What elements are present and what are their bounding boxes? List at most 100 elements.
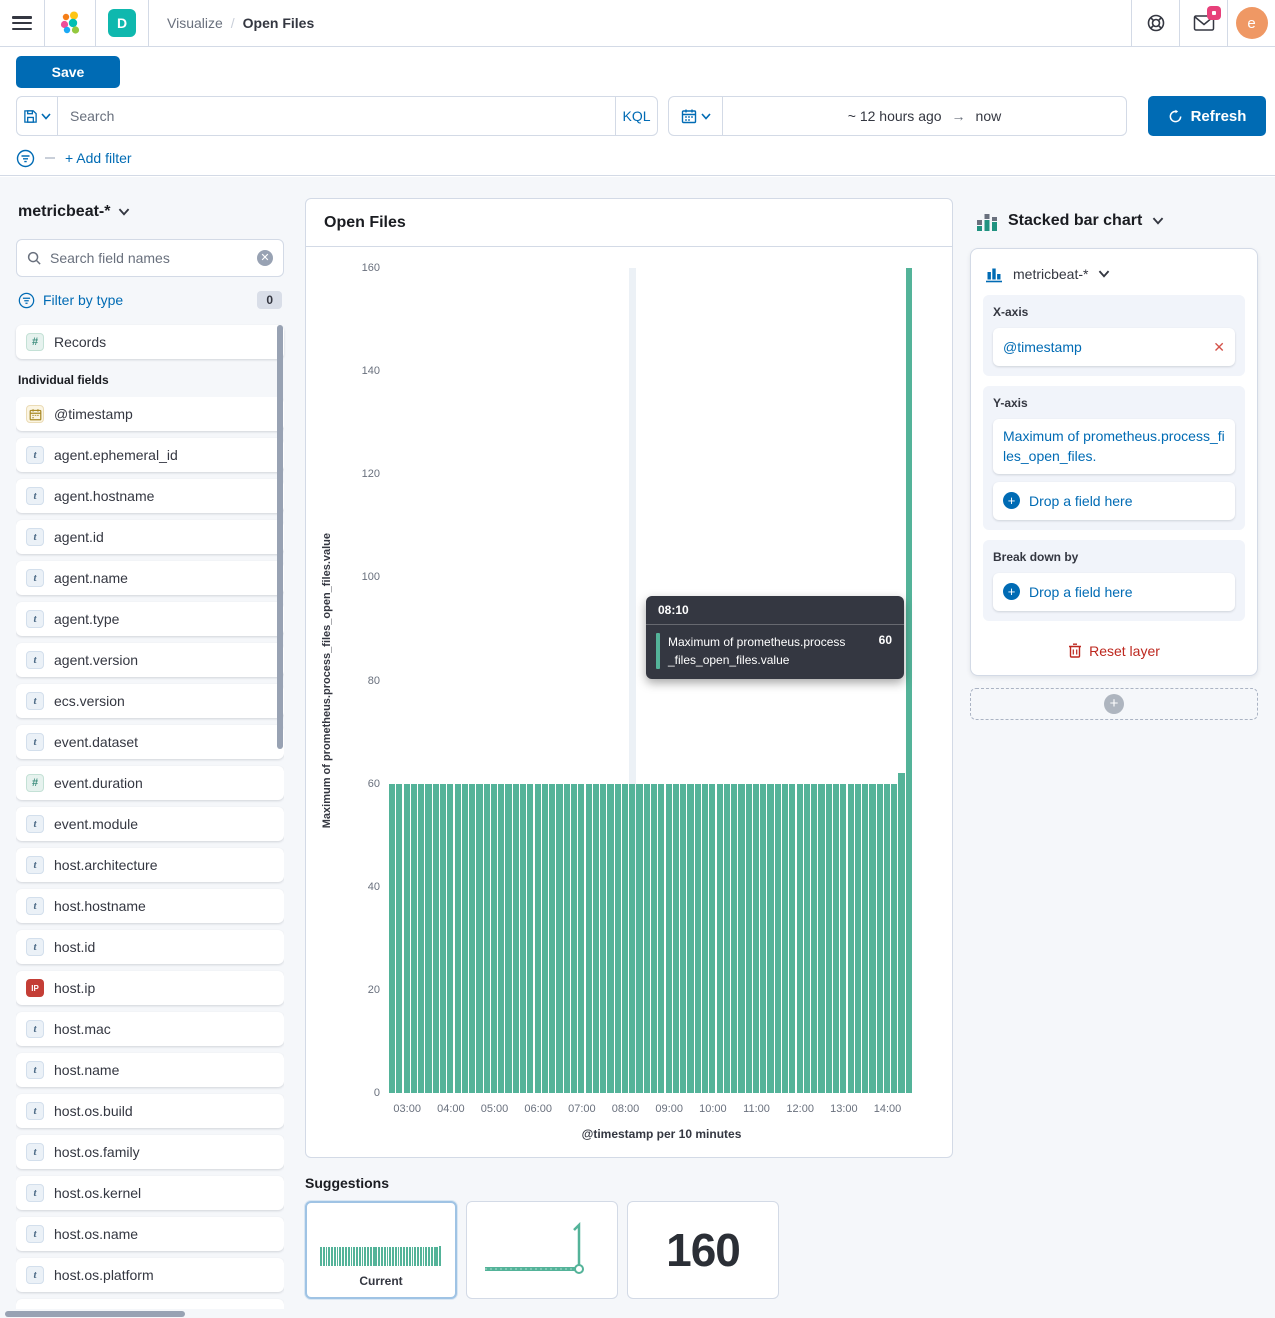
user-menu-button[interactable]: e — [1227, 0, 1275, 46]
field-item-host.os.name[interactable]: thost.os.name — [16, 1217, 284, 1251]
bar[interactable] — [527, 784, 533, 1093]
time-range[interactable]: ~ 12 hours ago → now — [723, 97, 1126, 135]
bar[interactable] — [811, 784, 817, 1093]
bar[interactable] — [593, 784, 599, 1093]
newsfeed-button[interactable] — [1179, 0, 1227, 46]
field-item-host.os.kernel[interactable]: thost.os.kernel — [16, 1176, 284, 1210]
field-item-ecs.version[interactable]: tecs.version — [16, 684, 284, 718]
bar[interactable] — [848, 784, 854, 1093]
refresh-button[interactable]: Refresh — [1148, 96, 1266, 136]
bar[interactable] — [702, 784, 708, 1093]
breadcrumb-visualize[interactable]: Visualize — [167, 15, 223, 31]
field-item-host.hostname[interactable]: thost.hostname — [16, 889, 284, 923]
bar[interactable] — [607, 784, 613, 1093]
field-item-agent.version[interactable]: tagent.version — [16, 643, 284, 677]
bar[interactable] — [862, 784, 868, 1093]
bar[interactable] — [680, 784, 686, 1093]
elastic-logo[interactable] — [44, 0, 95, 46]
reset-layer-button[interactable]: Reset layer — [983, 631, 1245, 663]
bar[interactable] — [542, 784, 548, 1093]
remove-dimension-icon[interactable]: ✕ — [1213, 339, 1225, 356]
bar[interactable] — [687, 784, 693, 1093]
bar[interactable] — [418, 784, 424, 1093]
bar[interactable] — [731, 784, 737, 1093]
field-item-host.os.family[interactable]: thost.os.family — [16, 1135, 284, 1169]
bar[interactable] — [877, 784, 883, 1093]
bar[interactable] — [505, 784, 511, 1093]
bar[interactable] — [600, 784, 606, 1093]
bar[interactable] — [840, 784, 846, 1093]
field-item-host.mac[interactable]: thost.mac — [16, 1012, 284, 1046]
clear-search-icon[interactable]: ✕ — [257, 250, 273, 266]
field-item-agent.id[interactable]: tagent.id — [16, 520, 284, 554]
bar[interactable] — [462, 784, 468, 1093]
bar[interactable] — [411, 784, 417, 1093]
bar[interactable] — [622, 784, 628, 1093]
bar[interactable] — [447, 784, 453, 1093]
bar[interactable] — [738, 784, 744, 1093]
bar[interactable] — [884, 784, 890, 1093]
bar[interactable] — [520, 784, 526, 1093]
bar[interactable] — [782, 784, 788, 1093]
field-item-host.name[interactable]: thost.name — [16, 1053, 284, 1087]
bar[interactable] — [797, 784, 803, 1093]
bar[interactable] — [433, 784, 439, 1093]
bar[interactable] — [724, 784, 730, 1093]
bar[interactable] — [469, 784, 475, 1093]
suggestion-metric[interactable]: 160 — [627, 1201, 779, 1299]
search-input[interactable] — [70, 108, 603, 124]
bar[interactable] — [898, 773, 904, 1093]
bar[interactable] — [404, 784, 410, 1093]
bar[interactable] — [440, 784, 446, 1093]
breakdown-drop-target[interactable]: + Drop a field here — [993, 573, 1235, 611]
index-pattern-switcher[interactable]: metricbeat-* — [18, 203, 284, 221]
kql-switch[interactable]: KQL — [616, 96, 658, 136]
bar[interactable] — [891, 784, 897, 1093]
field-item-host.architecture[interactable]: thost.architecture — [16, 848, 284, 882]
bar[interactable] — [455, 784, 461, 1093]
field-item-agent.hostname[interactable]: tagent.hostname — [16, 479, 284, 513]
bar[interactable] — [535, 784, 541, 1093]
field-item-partial[interactable] — [16, 1299, 284, 1309]
suggestion-current[interactable]: Current — [305, 1201, 457, 1299]
bar[interactable] — [484, 784, 490, 1093]
field-item-agent.ephemeral_id[interactable]: tagent.ephemeral_id — [16, 438, 284, 472]
bar[interactable] — [775, 784, 781, 1093]
bar[interactable] — [556, 784, 562, 1093]
bar[interactable] — [666, 784, 672, 1093]
field-item-host.os.build[interactable]: thost.os.build — [16, 1094, 284, 1128]
bar[interactable] — [673, 784, 679, 1093]
help-button[interactable] — [1131, 0, 1179, 46]
bar[interactable] — [695, 784, 701, 1093]
bar[interactable] — [746, 784, 752, 1093]
bar[interactable] — [571, 784, 577, 1093]
bar[interactable] — [498, 784, 504, 1093]
bar[interactable] — [869, 784, 875, 1093]
records-field[interactable]: # Records — [16, 325, 284, 359]
field-search-input[interactable] — [50, 250, 249, 266]
bar[interactable] — [491, 784, 497, 1093]
bar[interactable] — [709, 784, 715, 1093]
chart-type-switcher[interactable]: Stacked bar chart — [976, 210, 1258, 232]
bar[interactable] — [615, 784, 621, 1093]
space-switcher[interactable]: D — [95, 0, 148, 46]
add-filter-button[interactable]: + Add filter — [65, 150, 132, 166]
field-item-event.dataset[interactable]: tevent.dataset — [16, 725, 284, 759]
suggestion-line-chart[interactable] — [466, 1201, 618, 1299]
field-item-event.duration[interactable]: #event.duration — [16, 766, 284, 800]
bar[interactable] — [513, 784, 519, 1093]
save-button[interactable]: Save — [16, 56, 120, 88]
bar[interactable] — [855, 784, 861, 1093]
field-item-agent.name[interactable]: tagent.name — [16, 561, 284, 595]
bar[interactable] — [717, 784, 723, 1093]
x-axis-dimension[interactable]: @timestamp ✕ — [993, 328, 1235, 366]
filter-icon[interactable] — [16, 149, 35, 168]
bar[interactable] — [767, 784, 773, 1093]
quick-select-button[interactable] — [669, 97, 723, 135]
bar[interactable] — [833, 784, 839, 1093]
field-item-host.os.platform[interactable]: thost.os.platform — [16, 1258, 284, 1292]
bar[interactable] — [396, 784, 402, 1093]
add-layer-button[interactable]: + — [970, 688, 1258, 720]
vertical-scrollbar[interactable] — [277, 325, 283, 749]
bar[interactable] — [549, 784, 555, 1093]
